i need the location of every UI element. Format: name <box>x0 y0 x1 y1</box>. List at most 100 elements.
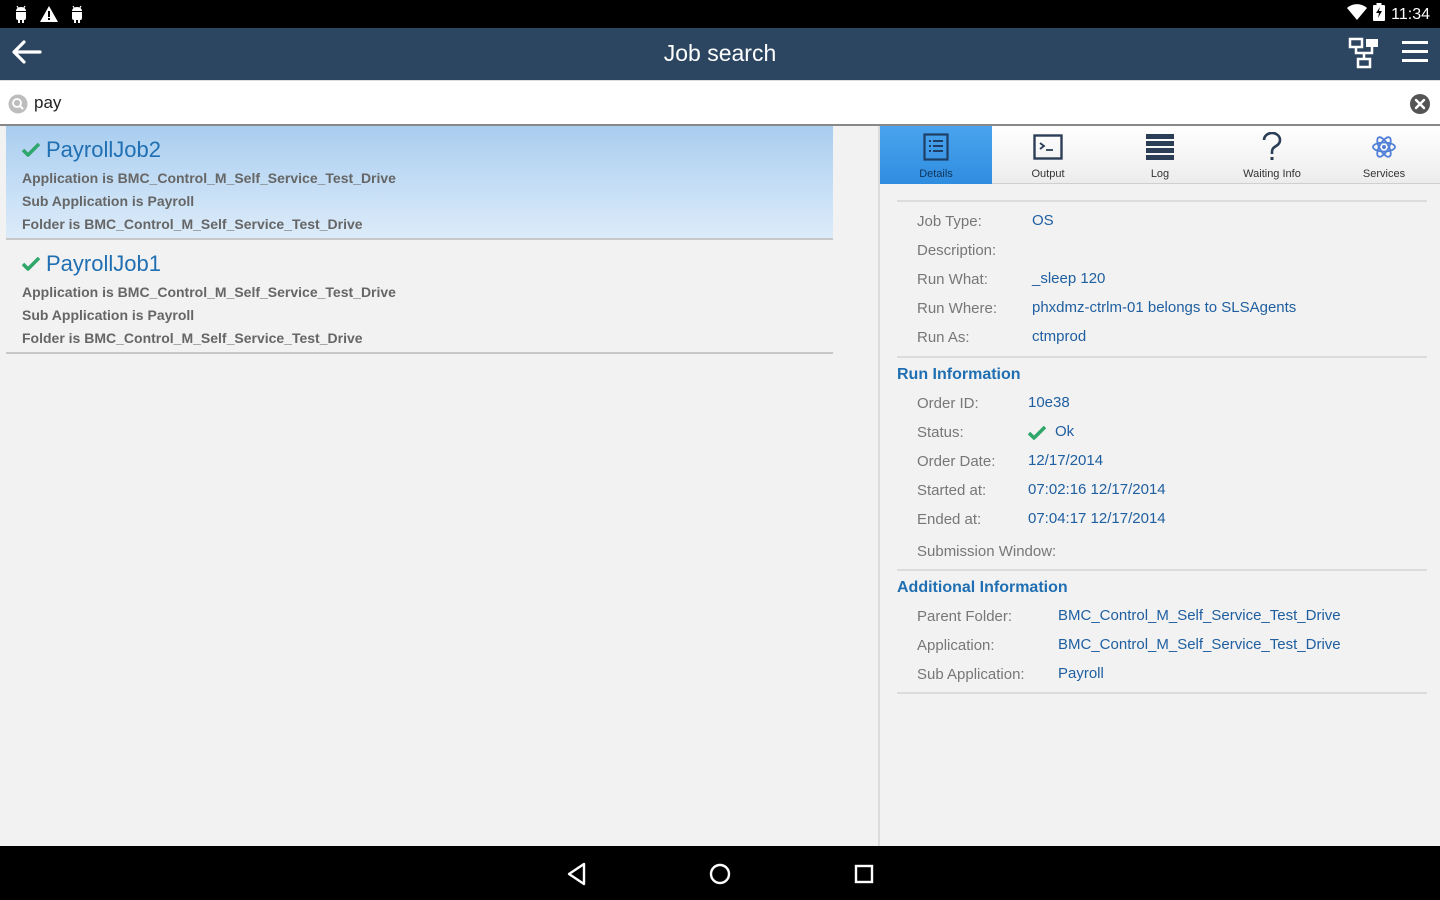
field-label: Sub Application: <box>917 666 1025 683</box>
android-icon <box>68 4 86 24</box>
tab-label: Waiting Info <box>1243 168 1301 180</box>
section-title-additional-information: Additional Information <box>897 579 1068 596</box>
tab-label: Output <box>1031 168 1065 180</box>
tab-details[interactable]: Details <box>880 126 992 184</box>
field-label: Started at: <box>917 482 987 499</box>
tab-label: Services <box>1362 168 1406 180</box>
field-value: _sleep 120 <box>1032 270 1106 287</box>
tab-log[interactable]: Log <box>1104 126 1216 184</box>
field-label: Job Type: <box>917 213 982 230</box>
status-bar: 11:34 <box>0 0 1440 28</box>
nav-back-button[interactable] <box>563 860 591 888</box>
field-label: Application: <box>917 637 995 654</box>
detail-row: Status: Ok <box>897 417 1427 446</box>
field-label: Description: <box>917 242 997 259</box>
navigation-bar <box>0 846 1440 900</box>
menu-button[interactable] <box>1400 37 1432 71</box>
field-value: Payroll <box>1058 665 1104 682</box>
status-value: Ok <box>1055 423 1075 440</box>
field-value: 07:02:16 12/17/2014 <box>1028 481 1166 498</box>
detail-tabs: Details Output Log Waiting Info Services <box>880 126 1440 184</box>
search-input[interactable] <box>34 89 1394 117</box>
home-circle-icon <box>706 863 734 892</box>
field-value: BMC_Control_M_Self_Service_Test_Drive <box>1058 636 1341 653</box>
detail-row: Order ID: 10e38 <box>897 388 1427 417</box>
field-label: Order ID: <box>917 395 979 412</box>
panel-divider <box>878 126 880 846</box>
field-value: phxdmz-ctrlm-01 belongs to SLSAgents <box>1032 299 1297 316</box>
job-sub-application: Sub Application is Payroll <box>22 193 195 209</box>
atom-icon <box>1369 132 1399 162</box>
nav-home-button[interactable] <box>706 860 734 888</box>
detail-row: Parent Folder: BMC_Control_M_Self_Servic… <box>897 601 1427 630</box>
detail-row: Description: <box>897 235 1427 264</box>
field-label: Ended at: <box>917 511 982 528</box>
field-value: OS <box>1032 212 1054 229</box>
detail-row: Ended at: 07:04:17 12/17/2014 <box>897 504 1427 533</box>
clear-search-button[interactable] <box>1409 93 1431 115</box>
tab-label: Details <box>919 168 953 180</box>
tab-services[interactable]: Services <box>1328 126 1440 184</box>
field-value: 12/17/2014 <box>1028 452 1104 469</box>
detail-row: Run As: ctmprod <box>897 322 1427 351</box>
detail-row: Run What: _sleep 120 <box>897 264 1427 293</box>
back-triangle-icon <box>563 862 591 892</box>
log-lines-icon <box>1145 132 1175 162</box>
detail-row: Order Date: 12/17/2014 <box>897 446 1427 475</box>
list-item[interactable]: PayrollJob1 Application is BMC_Control_M… <box>6 240 833 354</box>
list-document-icon <box>921 132 951 162</box>
check-icon <box>21 141 41 159</box>
check-icon <box>1027 425 1047 441</box>
nav-recents-button[interactable] <box>850 860 878 888</box>
section-title-run-information: Run Information <box>897 366 1021 383</box>
field-label: Run As: <box>917 329 970 346</box>
field-label: Order Date: <box>917 453 996 470</box>
list-item[interactable]: PayrollJob2 Application is BMC_Control_M… <box>6 126 833 240</box>
search-icon <box>8 94 28 114</box>
detail-row: Sub Application: Payroll <box>897 659 1427 688</box>
field-label: Status: <box>917 424 964 441</box>
detail-row: Submission Window: <box>897 533 1427 565</box>
hierarchy-icon <box>1348 37 1380 73</box>
field-label: Parent Folder: <box>917 608 1013 625</box>
check-icon <box>21 255 41 273</box>
page-title: Job search <box>663 40 777 66</box>
recents-square-icon <box>850 864 878 892</box>
job-name: PayrollJob2 <box>46 137 161 162</box>
warning-icon <box>40 4 58 24</box>
detail-row: Application: BMC_Control_M_Self_Service_… <box>897 630 1427 659</box>
hierarchy-button[interactable] <box>1348 37 1382 71</box>
wifi-icon <box>1347 4 1368 25</box>
detail-row: Started at: 07:02:16 12/17/2014 <box>897 475 1427 504</box>
job-application: Application is BMC_Control_M_Self_Servic… <box>22 170 396 186</box>
question-icon <box>1257 132 1287 162</box>
android-icon <box>12 4 30 24</box>
field-value: 10e38 <box>1028 394 1070 411</box>
details-panel: Job Type: OS Description: Run What: _sle… <box>897 200 1427 694</box>
job-folder: Folder is BMC_Control_M_Self_Service_Tes… <box>22 216 363 232</box>
results-list: PayrollJob2 Application is BMC_Control_M… <box>6 126 833 354</box>
tab-waiting-info[interactable]: Waiting Info <box>1216 126 1328 184</box>
field-value: ctmprod <box>1032 328 1087 345</box>
field-value: 07:04:17 12/17/2014 <box>1028 510 1166 527</box>
detail-row: Job Type: OS <box>897 206 1427 235</box>
field-label: Submission Window: <box>917 543 1057 560</box>
job-folder: Folder is BMC_Control_M_Self_Service_Tes… <box>22 330 363 346</box>
detail-row: Run Where: phxdmz-ctrlm-01 belongs to SL… <box>897 293 1427 322</box>
search-bar <box>0 80 1440 126</box>
job-application: Application is BMC_Control_M_Self_Servic… <box>22 284 396 300</box>
tab-output[interactable]: Output <box>992 126 1104 184</box>
field-label: Run What: <box>917 271 988 288</box>
job-sub-application: Sub Application is Payroll <box>22 307 195 323</box>
clock-text: 11:34 <box>1391 5 1430 23</box>
battery-charging-icon <box>1373 3 1386 26</box>
divider <box>897 692 1427 694</box>
job-name: PayrollJob1 <box>46 251 161 276</box>
close-icon <box>1409 94 1431 119</box>
menu-icon <box>1400 41 1430 71</box>
field-label: Run Where: <box>917 300 998 317</box>
field-value: BMC_Control_M_Self_Service_Test_Drive <box>1058 607 1341 624</box>
app-bar: Job search <box>0 28 1440 80</box>
terminal-icon <box>1033 132 1063 162</box>
tab-label: Log <box>1150 168 1170 180</box>
